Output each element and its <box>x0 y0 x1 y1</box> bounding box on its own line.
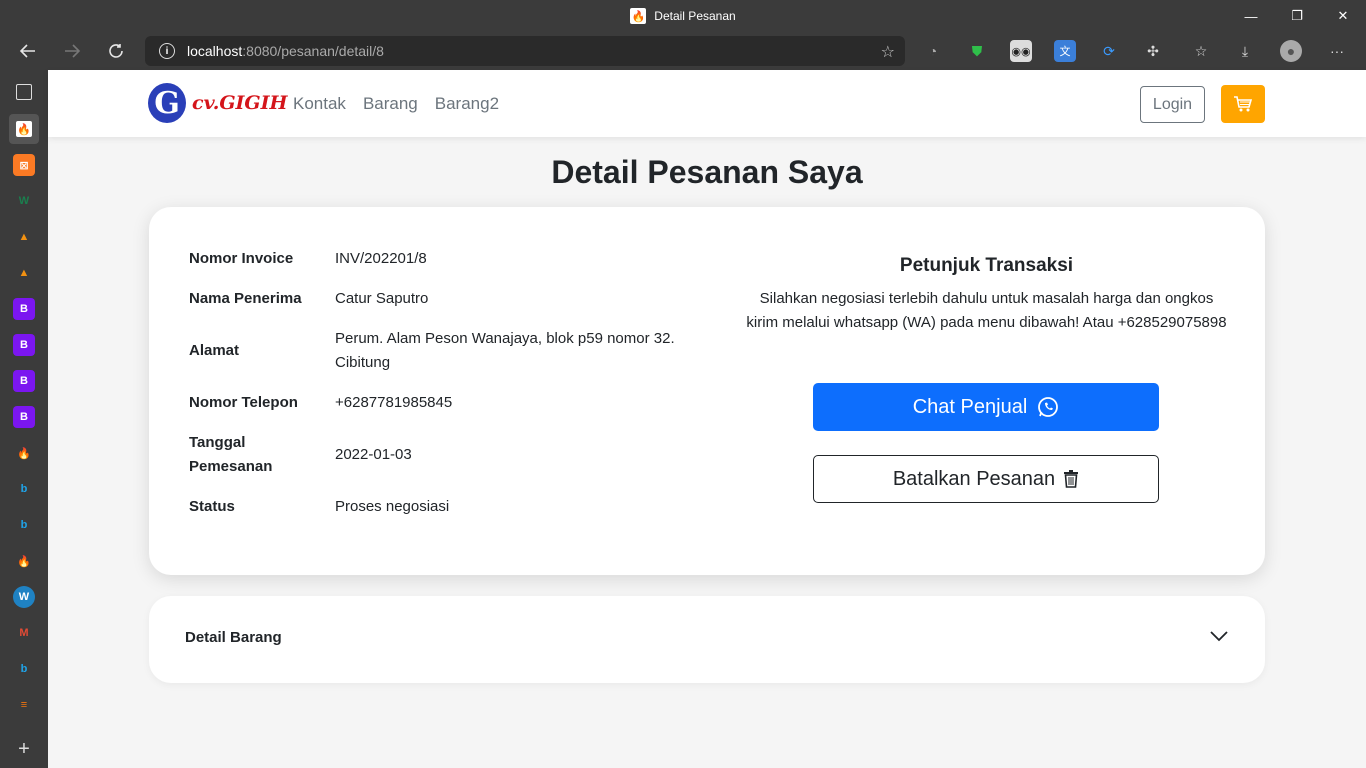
trash-icon <box>1064 470 1079 488</box>
instructions-text: Silahkan negosiasi terlebih dahulu untuk… <box>746 290 1227 331</box>
logo-letter: G <box>148 83 186 123</box>
add-favorite-icon[interactable]: ☆ <box>881 42 895 62</box>
recipient-value: Catur Saputro <box>335 290 429 307</box>
instructions-title: Petunjuk Transaksi <box>899 255 1074 276</box>
mask-icon[interactable]: ◉◉ <box>1010 40 1032 62</box>
bing-icon[interactable]: b <box>13 514 35 536</box>
address-bar[interactable]: i localhost :8080/pesanan/detail/8 ☆ <box>145 36 905 66</box>
login-button[interactable]: Login <box>1140 86 1205 123</box>
bootstrap-icon[interactable]: B <box>13 406 35 428</box>
favorites-icon[interactable]: ☆ <box>1190 40 1212 62</box>
status-value: Proses negosiasi <box>335 498 450 515</box>
date-value: 2022-01-03 <box>335 446 412 463</box>
status-label: Status <box>189 498 235 515</box>
nav-link-barang[interactable]: Barang <box>363 94 418 114</box>
date-label: Tanggal Pemesanan <box>189 434 273 475</box>
recipient-label: Nama Penerima <box>189 290 302 307</box>
chat-seller-label: Chat Penjual <box>912 395 1028 418</box>
phone-label: Nomor Telepon <box>189 394 298 411</box>
fire-icon: 🔥 <box>16 121 32 137</box>
address-label: Alamat <box>189 342 240 359</box>
cart-icon <box>1234 96 1253 112</box>
sidebar-tab-active[interactable]: 🔥 <box>9 114 39 144</box>
xampp-icon[interactable]: ⊠ <box>13 154 35 176</box>
arrow-left-icon <box>19 44 35 58</box>
refresh-button[interactable] <box>101 36 131 66</box>
order-card: Nomor Invoice INV/202201/8 Nama Penerima… <box>149 207 1265 575</box>
shield-icon[interactable]: ⛊ <box>966 40 988 62</box>
minimize-button[interactable]: — <box>1228 0 1274 32</box>
status-row: Status Proses negosiasi <box>189 495 675 519</box>
page-content: G cv.GIGIH Kontak Barang Barang2 Login D… <box>48 70 1366 768</box>
plus-icon[interactable]: + <box>13 738 35 760</box>
pma-icon[interactable]: ▲ <box>13 226 35 248</box>
bootstrap-icon[interactable]: B <box>13 298 35 320</box>
bing-icon[interactable]: b <box>13 658 35 680</box>
cart-button[interactable] <box>1221 85 1265 123</box>
back-button[interactable] <box>13 36 43 66</box>
site-navbar: G cv.GIGIH Kontak Barang Barang2 Login <box>48 70 1366 137</box>
phone-value: +6287781985845 <box>335 394 453 411</box>
extensions-icon[interactable]: ✣ <box>1142 40 1164 62</box>
window-titlebar: 🔥 Detail Pesanan — ❐ ✕ <box>0 0 1366 32</box>
site-logo[interactable]: G cv.GIGIH <box>148 83 288 123</box>
nav-links: Kontak Barang Barang2 <box>293 94 499 114</box>
refresh-icon <box>109 44 123 58</box>
accordion-label: Detail Barang <box>185 629 282 646</box>
translate-icon[interactable]: 文 <box>1054 40 1076 62</box>
fire-icon: 🔥 <box>630 8 647 24</box>
nav-link-barang2[interactable]: Barang2 <box>435 94 499 114</box>
cancel-order-button[interactable]: Batalkan Pesanan <box>813 455 1159 503</box>
invoice-value: INV/202201/8 <box>335 250 427 267</box>
cancel-order-label: Batalkan Pesanan <box>892 467 1056 490</box>
invoice-row: Nomor Invoice INV/202201/8 <box>189 247 675 271</box>
bing-icon[interactable]: b <box>13 478 35 500</box>
sync-icon[interactable]: ⟳ <box>1098 40 1120 62</box>
arrow-right-icon <box>65 44 81 58</box>
address-value: Perum. Alam Peson Wanajaya, blok p59 nom… <box>335 330 675 371</box>
tracking-icon[interactable]: ◔ <box>922 40 944 62</box>
chat-seller-button[interactable]: Chat Penjual <box>813 383 1159 431</box>
forward-button[interactable] <box>57 36 87 66</box>
pma-icon[interactable]: ▲ <box>13 262 35 284</box>
info-icon[interactable]: i <box>159 43 175 59</box>
bootstrap-icon[interactable]: B <box>13 334 35 356</box>
instructions-panel: Petunjuk Transaksi Silahkan negosiasi te… <box>744 255 1229 335</box>
address-row: Alamat Perum. Alam Peson Wanajaya, blok … <box>189 327 675 375</box>
whatsapp-icon <box>1038 397 1059 417</box>
download-icon[interactable]: ⤓ <box>1234 40 1256 62</box>
browser-sidebar: 🔥 ⊠ W ▲ ▲ B B B B 🔥 b b 🔥 W M b ≡ + <box>0 70 48 768</box>
logo-text: cv.GIGIH <box>192 92 288 114</box>
nav-link-kontak[interactable]: Kontak <box>293 94 346 114</box>
window-title-area: 🔥 Detail Pesanan <box>0 0 1366 32</box>
tabs-icon[interactable] <box>16 84 32 100</box>
more-menu-icon[interactable]: ··· <box>1326 40 1348 62</box>
wordpress-icon[interactable]: W <box>13 586 35 608</box>
restore-button[interactable]: ❐ <box>1274 0 1320 32</box>
browser-toolbar: i localhost :8080/pesanan/detail/8 ☆ ◔ ⛊… <box>0 32 1366 70</box>
chevron-down-icon <box>1210 631 1228 642</box>
w-icon[interactable]: W <box>13 190 35 212</box>
fire-icon[interactable]: 🔥 <box>13 550 35 572</box>
recipient-row: Nama Penerima Catur Saputro <box>189 287 675 311</box>
close-window-button[interactable]: ✕ <box>1320 0 1366 32</box>
invoice-label: Nomor Invoice <box>189 250 294 267</box>
window-title: Detail Pesanan <box>654 9 736 23</box>
url-path: :8080/pesanan/detail/8 <box>242 43 384 59</box>
detail-items-accordion[interactable]: Detail Barang <box>149 596 1265 683</box>
phone-row: Nomor Telepon +6287781985845 <box>189 391 675 415</box>
profile-icon[interactable]: ● <box>1280 40 1302 62</box>
date-row: Tanggal Pemesanan 2022-01-03 <box>189 431 675 479</box>
fire-icon[interactable]: 🔥 <box>13 442 35 464</box>
gmail-icon[interactable]: M <box>13 622 35 644</box>
stackoverflow-icon[interactable]: ≡ <box>13 694 35 716</box>
bootstrap-icon[interactable]: B <box>13 370 35 392</box>
url-host: localhost <box>187 43 243 59</box>
page-title: Detail Pesanan Saya <box>551 154 863 190</box>
